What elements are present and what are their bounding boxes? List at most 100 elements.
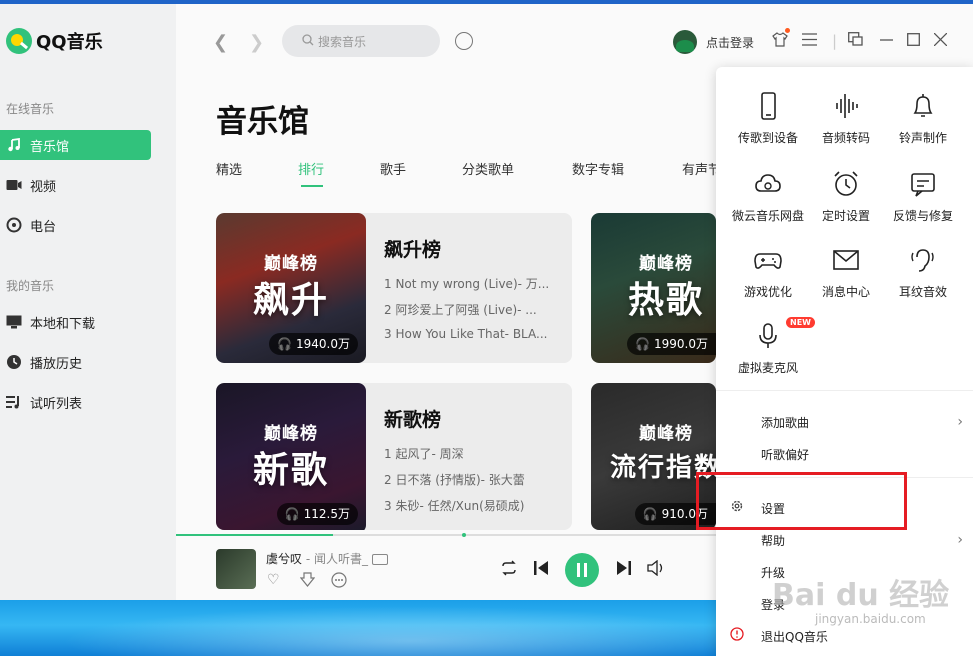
pause-button[interactable]: [565, 553, 599, 587]
tab-singers[interactable]: 歌手: [380, 159, 406, 178]
sidebar-item-label: 试听列表: [30, 396, 83, 412]
menu-item-cloud-drive[interactable]: 微云音乐网盘: [728, 169, 808, 224]
back-arrow-icon[interactable]: ❮: [213, 32, 228, 53]
sidebar-item-playlist[interactable]: 试听列表: [0, 387, 151, 417]
chart-cover[interactable]: 巅峰榜 热歌 🎧 1990.0万: [591, 213, 716, 363]
waveform-icon: [836, 94, 858, 118]
playback-progress-bar[interactable]: [176, 534, 716, 536]
sidebar-item-video[interactable]: 视频: [0, 170, 151, 200]
list-item[interactable]: 1 Not my wrong (Live)- 万...: [384, 275, 552, 292]
sidebar-item-label: 本地和下载: [30, 316, 96, 332]
menu-divider: [716, 390, 973, 391]
like-heart-icon[interactable]: ♡: [267, 572, 280, 588]
menu-item-timer[interactable]: 定时设置: [806, 169, 886, 224]
monitor-icon: [6, 314, 22, 330]
menu-item-message-center[interactable]: 消息中心: [806, 245, 886, 300]
mini-mode-icon[interactable]: [848, 32, 863, 50]
play-count: 🎧 112.5万: [276, 503, 358, 525]
cover-title: 飙升: [252, 280, 329, 321]
voice-search-icon[interactable]: [455, 32, 473, 50]
maximize-icon[interactable]: [907, 32, 920, 50]
menu-item-feedback[interactable]: 反馈与修复: [883, 169, 963, 224]
sidebar-item-history[interactable]: 播放历史: [0, 347, 151, 377]
menu-item-preferences[interactable]: 听歌偏好: [716, 440, 973, 468]
list-item[interactable]: 3 How You Like That- BLA...: [384, 327, 552, 341]
tab-digital-albums[interactable]: 数字专辑: [572, 159, 624, 178]
previous-track-icon[interactable]: [533, 560, 549, 580]
music-note-icon: [6, 137, 22, 153]
tab-playlists[interactable]: 分类歌单: [462, 159, 514, 178]
headphones-icon: 🎧: [642, 507, 658, 521]
menu-item-help[interactable]: 帮助 ›: [716, 526, 973, 554]
tab-active-underline: [301, 185, 323, 187]
menu-item-add-songs[interactable]: 添加歌曲 ›: [716, 408, 973, 436]
chart-cover[interactable]: 巅峰榜 飙升 🎧 1940.0万: [216, 213, 366, 363]
chart-cover[interactable]: 巅峰榜 新歌 🎧 112.5万: [216, 383, 366, 530]
playlist-icon: [6, 394, 22, 410]
headphones-icon: 🎧: [284, 507, 300, 521]
menu-item-ringtone[interactable]: 铃声制作: [883, 91, 963, 146]
chevron-right-icon: ›: [957, 414, 963, 430]
sidebar-item-radio[interactable]: 电台: [0, 210, 151, 240]
radio-icon: [6, 217, 22, 233]
cover-title: 热歌: [627, 280, 704, 321]
menu-item-ear-audio[interactable]: 耳纹音效: [883, 245, 963, 300]
tab-rankings[interactable]: 排行: [298, 159, 324, 178]
menu-item-transfer-to-device[interactable]: 传歌到设备: [728, 91, 808, 146]
download-icon[interactable]: [299, 572, 316, 591]
sidebar-item-label: 视频: [30, 179, 57, 195]
bell-icon: [913, 94, 933, 117]
playback-progress-marker[interactable]: [462, 533, 466, 537]
sidebar-item-music-hall[interactable]: 音乐馆: [0, 130, 151, 160]
volume-icon[interactable]: [647, 559, 664, 580]
sidebar-item-label: 音乐馆: [30, 139, 70, 155]
playback-progress-fill: [176, 534, 333, 536]
tab-featured[interactable]: 精选: [216, 159, 242, 178]
list-item[interactable]: 2 阿珍爱上了阿强 (Live)- ...: [384, 301, 552, 318]
exit-icon: [730, 627, 744, 645]
watermark-logo: Bai du 经验: [772, 578, 950, 613]
menu-item-virtual-mic[interactable]: NEW 虚拟麦克风: [728, 317, 815, 376]
menu-icon[interactable]: [802, 32, 817, 50]
chart-title[interactable]: 飙升榜: [384, 235, 441, 262]
search-box[interactable]: 搜索音乐: [282, 25, 440, 57]
list-item[interactable]: 2 日不落 (抒情版)- 张大蕾: [384, 471, 552, 488]
menu-item-audio-transcode[interactable]: 音频转码: [806, 91, 886, 146]
headphones-icon: 🎧: [277, 337, 293, 351]
sidebar-item-local-download[interactable]: 本地和下载: [0, 307, 151, 337]
qq-music-logo-icon: [6, 28, 32, 54]
menu-item-exit[interactable]: 退出QQ音乐: [716, 622, 973, 650]
chart-title[interactable]: 新歌榜: [384, 405, 441, 432]
more-options-icon[interactable]: [331, 572, 347, 592]
search-placeholder: 搜索音乐: [318, 34, 367, 49]
gamepad-icon: [754, 253, 782, 269]
divider: |: [832, 32, 838, 50]
next-track-icon[interactable]: [616, 560, 632, 580]
forward-arrow-icon[interactable]: ❯: [249, 32, 264, 53]
login-link[interactable]: 点击登录: [706, 34, 754, 51]
close-icon[interactable]: [933, 32, 948, 50]
page-title: 音乐馆: [216, 104, 309, 140]
now-playing-cover[interactable]: [216, 549, 256, 589]
cover-title: 新歌: [252, 450, 329, 491]
main-menu-dropdown: 传歌到设备 音频转码 铃声制作 微云音乐网盘 定时设置 反馈与修复 游戏优化 消…: [716, 67, 973, 656]
notification-dot: [785, 28, 790, 33]
ear-icon: [911, 249, 934, 272]
chart-card-soaring[interactable]: 巅峰榜 飙升 🎧 1940.0万 飙升榜 1 Not my wrong (Liv…: [216, 213, 572, 363]
chart-card-new[interactable]: 巅峰榜 新歌 🎧 112.5万 新歌榜 1 起风了- 周深 2 日不落 (抒情版…: [216, 383, 572, 530]
repeat-mode-icon[interactable]: [500, 560, 518, 580]
avatar[interactable]: [673, 30, 697, 54]
list-item[interactable]: 3 朱砂- 任然/Xun(易硕成): [384, 497, 552, 514]
minimize-icon[interactable]: [880, 32, 893, 50]
skin-shirt-icon[interactable]: [772, 32, 788, 51]
search-icon: [302, 33, 314, 49]
play-count: 🎧 1940.0万: [269, 333, 358, 355]
menu-item-game-optimize[interactable]: 游戏优化: [728, 245, 808, 300]
mv-icon[interactable]: [371, 554, 388, 565]
phone-icon: [761, 92, 776, 120]
list-item[interactable]: 1 起风了- 周深: [384, 445, 552, 462]
microphone-icon: [759, 323, 777, 348]
now-playing-title[interactable]: 虞兮叹 - 闻人听書_: [266, 550, 388, 567]
chart-card-hot[interactable]: 巅峰榜 热歌 🎧 1990.0万: [591, 213, 716, 363]
history-icon: [6, 354, 22, 370]
